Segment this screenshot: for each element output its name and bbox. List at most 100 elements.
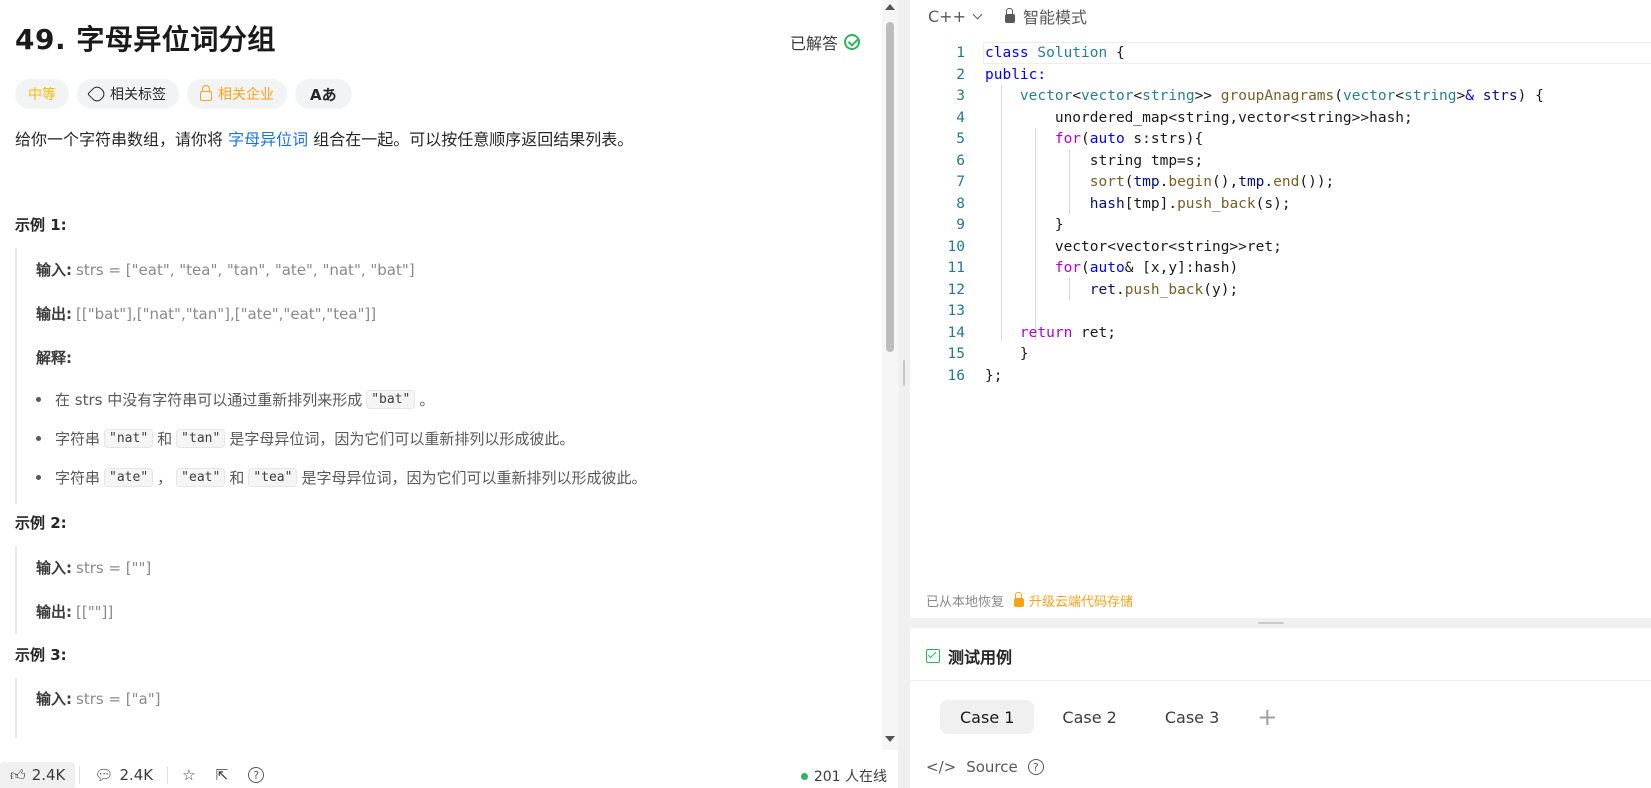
case-1-tab[interactable]: Case 1 — [940, 700, 1035, 734]
bullet-text: 。 — [419, 391, 435, 409]
line-number: 9 — [956, 217, 965, 233]
help-button[interactable]: ? — [238, 762, 274, 788]
language-select[interactable]: C++ — [928, 7, 983, 26]
upgrade-label: 升级云端代码存储 — [1029, 595, 1134, 610]
example-1-block — [15, 248, 845, 504]
description-scrollbar[interactable] — [882, 0, 898, 750]
comment-icon: 💬︎ — [94, 766, 114, 784]
problem-panel: 49. 字母异位词分组 已解答 中等 相关标签 相关企业 Aあ 给你一个字符串数… — [0, 0, 887, 788]
testcase-tab[interactable]: 测试用例 — [926, 644, 1012, 668]
line-number: 8 — [956, 196, 965, 212]
code-line: 16}; — [910, 365, 1651, 387]
editor-test-resizer[interactable] — [910, 618, 1651, 628]
anagram-link[interactable]: 字母异位词 — [228, 130, 308, 149]
lock-icon — [1014, 592, 1025, 607]
comments-button[interactable]: 💬︎ 2.4K — [84, 762, 163, 788]
code-line: 2 public: — [910, 64, 1651, 86]
lock-icon — [1004, 7, 1015, 23]
input-label: 输入: — [36, 261, 72, 279]
case-2-tab[interactable]: Case 2 — [1042, 700, 1136, 734]
online-indicator: 201 人在线 — [800, 766, 887, 786]
line-number: 14 — [947, 325, 965, 341]
input-label: 输入: — [36, 559, 72, 577]
explain-bullet-1: 在 strs 中没有字符串可以通过重新排列来形成 "bat"。 — [36, 389, 434, 410]
code-line: 13 — [910, 300, 1651, 322]
input-value: strs = ["eat", "tea", "tan", "ate", "nat… — [76, 261, 415, 279]
source-toggle[interactable]: </> Source ? — [926, 758, 1044, 776]
share-icon: ⇱ — [215, 766, 229, 784]
code-line: 5 for(auto s:strs){ — [910, 128, 1651, 150]
code-line: 6 string tmp=s; — [910, 150, 1651, 172]
scroll-down-icon[interactable] — [885, 736, 895, 742]
translate-button[interactable]: Aあ — [295, 79, 352, 109]
like-count: 2.4K — [31, 766, 66, 784]
code-line: 3 vector<vector<string>> groupAnagrams(v… — [910, 85, 1651, 107]
help-icon[interactable]: ? — [1027, 759, 1044, 775]
chevron-down-icon — [972, 9, 983, 19]
example-2-output: 输出: [[""]] — [36, 601, 113, 622]
restored-label: 已从本地恢复 — [926, 595, 1005, 610]
comment-count: 2.4K — [119, 766, 154, 784]
line-number: 11 — [947, 260, 965, 276]
line-number: 12 — [947, 282, 965, 298]
resize-grip[interactable] — [1258, 622, 1284, 624]
testcase-panel: 测试用例 Case 1 Case 2 Case 3 + </> Source ? — [910, 628, 1651, 788]
bullet-dot — [36, 475, 41, 480]
case-tabs: Case 1 Case 2 Case 3 + — [940, 700, 1287, 734]
related-companies-button[interactable]: 相关企业 — [187, 79, 287, 109]
output-value: [[""]] — [76, 603, 114, 621]
case-3-tab[interactable]: Case 3 — [1145, 700, 1239, 734]
problem-description: 给你一个字符串数组，请你将 字母异位词 组合在一起。可以按任意顺序返回结果列表。 — [15, 126, 633, 150]
line-number: 16 — [947, 368, 965, 384]
divider — [910, 680, 1651, 681]
panel-resizer[interactable] — [898, 0, 910, 788]
bullet-text: 和 — [157, 430, 173, 448]
related-companies-label: 相关企业 — [218, 87, 274, 103]
bullet-text: 是字母异位词，因为它们可以重新排列以形成彼此。 — [301, 469, 647, 487]
inline-code: "tan" — [176, 429, 226, 448]
line-number: 5 — [956, 131, 965, 147]
editor-toolbar: C++ 智能模式 — [910, 0, 1651, 32]
share-button[interactable]: ⇱ — [206, 762, 239, 788]
code-line: 14 return ret; — [910, 322, 1651, 344]
solved-status: 已解答 — [790, 30, 861, 54]
translate-icon: Aあ — [310, 85, 337, 104]
checkbox-icon — [926, 649, 940, 663]
output-value: [["bat"],["nat","tan"],["ate","eat","tea… — [76, 305, 377, 323]
check-circle-icon — [844, 34, 861, 50]
input-label: 输入: — [36, 690, 72, 708]
scroll-thumb[interactable] — [886, 22, 894, 352]
bullet-text: 在 strs 中没有字符串可以通过重新排列来形成 — [55, 391, 363, 409]
code-line: 11 for(auto& [x,y]:hash) — [910, 257, 1651, 279]
bullet-text: 字符串 — [55, 469, 101, 487]
mode-toggle[interactable]: 智能模式 — [1004, 4, 1087, 28]
line-number: 13 — [947, 303, 965, 319]
example-1-explain: 解释: — [36, 347, 76, 368]
inline-code: "eat" — [176, 468, 226, 487]
like-button[interactable]: 👍︎ 2.4K — [0, 762, 76, 788]
add-case-button[interactable]: + — [1247, 703, 1287, 731]
output-label: 输出: — [36, 305, 72, 323]
line-number: 3 — [956, 88, 965, 104]
bullet-text: 字符串 — [55, 430, 101, 448]
related-tags-button[interactable]: 相关标签 — [77, 79, 179, 109]
code-line: 1 class Solution { — [910, 42, 1651, 64]
desc-text: 给你一个字符串数组，请你将 — [15, 130, 229, 149]
input-value: strs = [""] — [76, 559, 152, 577]
explain-bullet-2: 字符串 "nat" 和 "tan" 是字母异位词，因为它们可以重新排列以形成彼此… — [36, 428, 574, 449]
scroll-up-icon[interactable] — [885, 4, 895, 10]
code-line: 8 hash[tmp].push_back(s); — [910, 193, 1651, 215]
resize-grip[interactable] — [903, 360, 905, 386]
example-1-output: 输出: [["bat"],["nat","tan"],["ate","eat","… — [36, 303, 376, 324]
source-label: Source — [966, 758, 1018, 776]
favorite-button[interactable]: ☆ — [172, 762, 205, 788]
difficulty-label: 中等 — [28, 87, 56, 103]
code-line: 9 } — [910, 214, 1651, 236]
line-number: 2 — [956, 67, 965, 83]
code-line: 15 } — [910, 343, 1651, 365]
upgrade-storage-link[interactable]: 升级云端代码存储 — [1014, 591, 1133, 610]
bullet-dot — [36, 397, 41, 402]
bullet-dot — [36, 436, 41, 441]
related-tags-label: 相关标签 — [110, 87, 166, 103]
example-3-input: 输入: strs = ["a"] — [36, 688, 160, 709]
